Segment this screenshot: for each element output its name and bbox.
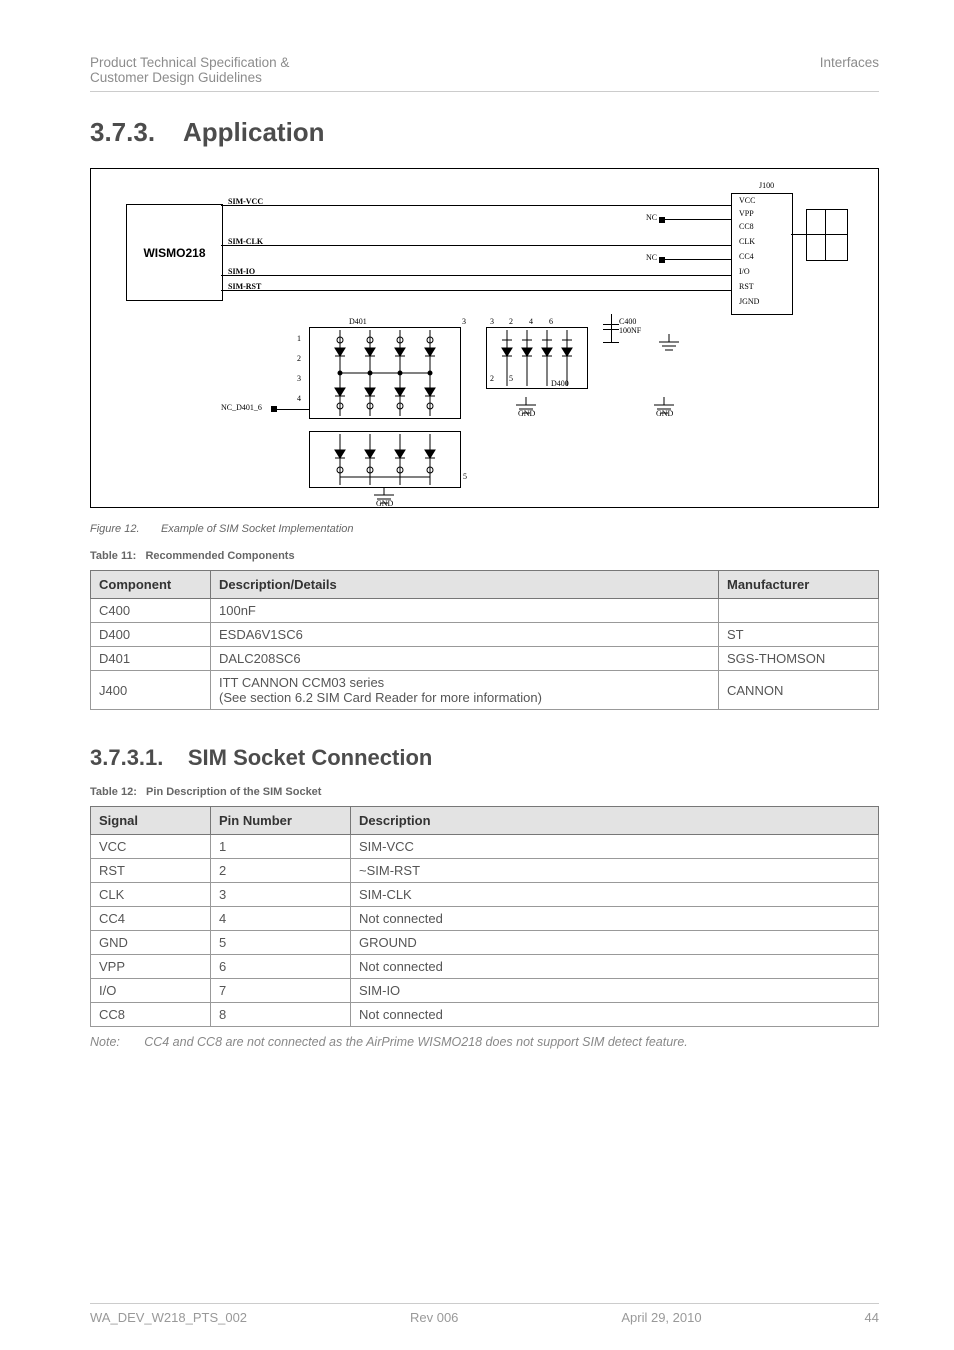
table-row: CC88Not connected bbox=[91, 1003, 879, 1027]
pin-vpp: VPP bbox=[739, 209, 754, 218]
note-label: Note: bbox=[90, 1035, 120, 1049]
table-row: C400 100nF bbox=[91, 599, 879, 623]
label-j100: J100 bbox=[759, 181, 774, 190]
h2-title: Application bbox=[183, 117, 325, 147]
gnd-icon-1 bbox=[654, 334, 684, 352]
figure-caption-num: Figure 12. bbox=[90, 523, 140, 535]
label-c400: C400 100NF bbox=[619, 317, 641, 335]
block-lower-diodes bbox=[309, 431, 461, 488]
label-gnd-3: GND bbox=[518, 409, 535, 418]
table12-caption: Table 12: Pin Description of the SIM Soc… bbox=[90, 786, 879, 798]
page-footer: WA_DEV_W218_PTS_002 Rev 006 April 29, 20… bbox=[90, 1303, 879, 1325]
header-right: Interfaces bbox=[820, 55, 879, 85]
h3-number: 3.7.3.1. bbox=[90, 745, 163, 770]
label-d400: D400 bbox=[551, 379, 569, 388]
table-row: D401 DALC208SC6 SGS-THOMSON bbox=[91, 647, 879, 671]
table-pin-description: Signal Pin Number Description VCC1SIM-VC… bbox=[90, 806, 879, 1027]
header-left-2: Customer Design Guidelines bbox=[90, 70, 289, 85]
page-header: Product Technical Specification & Custom… bbox=[90, 55, 879, 85]
block-d400 bbox=[486, 327, 588, 389]
note-block: Note: CC4 and CC8 are not connected as t… bbox=[90, 1035, 879, 1049]
label-nc-d401: NC_D401_6 bbox=[221, 403, 262, 412]
table-row: I/O7SIM-IO bbox=[91, 979, 879, 1003]
header-left-1: Product Technical Specification & bbox=[90, 55, 289, 70]
h2-number: 3.7.3. bbox=[90, 117, 155, 147]
figure-caption-text: Example of SIM Socket Implementation bbox=[161, 523, 354, 535]
d400-diodes-icon bbox=[487, 328, 587, 388]
label-nc-2: NC bbox=[646, 253, 657, 262]
t11-h1: Description/Details bbox=[211, 571, 719, 599]
footer-left: WA_DEV_W218_PTS_002 bbox=[90, 1310, 247, 1325]
table12-caption-text: Pin Description of the SIM Socket bbox=[146, 786, 321, 798]
section-heading-3-7-3-1: 3.7.3.1. SIM Socket Connection bbox=[90, 745, 879, 771]
table-row: RST2~SIM-RST bbox=[91, 859, 879, 883]
footer-mid: Rev 006 bbox=[410, 1310, 458, 1325]
table-row: J400 ITT CANNON CCM03 series (See sectio… bbox=[91, 671, 879, 710]
chip-label: WISMO218 bbox=[143, 246, 205, 260]
chip-wismo218: WISMO218 bbox=[126, 204, 223, 301]
table-row: VCC1SIM-VCC bbox=[91, 835, 879, 859]
figure-caption: Figure 12. Example of SIM Socket Impleme… bbox=[90, 523, 879, 535]
footer-page: 44 bbox=[865, 1310, 879, 1325]
label-d401: D401 bbox=[349, 317, 367, 326]
schematic-figure: WISMO218 SIM-VCC SIM-CLK SIM-IO SIM-RST … bbox=[90, 168, 879, 508]
table-row: D400 ESDA6V1SC6 ST bbox=[91, 623, 879, 647]
pin-clk: CLK bbox=[739, 237, 755, 246]
t12-h2: Description bbox=[351, 807, 879, 835]
pin-vcc: VCC bbox=[739, 196, 755, 205]
label-gnd-4: GND bbox=[656, 409, 673, 418]
table-row: VPP6Not connected bbox=[91, 955, 879, 979]
table11-caption-text: Recommended Components bbox=[145, 550, 294, 562]
footer-right: April 29, 2010 bbox=[621, 1310, 701, 1325]
label-gnd-2: GND bbox=[376, 499, 393, 508]
pin-cc4: CC4 bbox=[739, 252, 754, 261]
t12-h1: Pin Number bbox=[211, 807, 351, 835]
header-rule bbox=[90, 91, 879, 92]
t11-h0: Component bbox=[91, 571, 211, 599]
t11-h2: Manufacturer bbox=[719, 571, 879, 599]
label-nc-1: NC bbox=[646, 213, 657, 222]
pin-jgnd: JGND bbox=[739, 297, 759, 306]
table-row: CC44Not connected bbox=[91, 907, 879, 931]
table11-caption-num: Table 11: bbox=[90, 550, 136, 562]
pin-rst: RST bbox=[739, 282, 754, 291]
table12-caption-num: Table 12: bbox=[90, 786, 137, 798]
note-text: CC4 and CC8 are not connected as the Air… bbox=[144, 1035, 688, 1049]
table11-caption: Table 11: Recommended Components bbox=[90, 550, 879, 562]
table-recommended-components: Component Description/Details Manufactur… bbox=[90, 570, 879, 710]
pin-cc8: CC8 bbox=[739, 222, 754, 231]
section-heading-3-7-3: 3.7.3. Application bbox=[90, 117, 879, 148]
d401-diodes-icon bbox=[310, 328, 460, 418]
pin-io: I/O bbox=[739, 267, 750, 276]
t12-h0: Signal bbox=[91, 807, 211, 835]
table-row: GND5GROUND bbox=[91, 931, 879, 955]
table-row: CLK3SIM-CLK bbox=[91, 883, 879, 907]
sim-card-icon bbox=[806, 209, 848, 261]
h3-title: SIM Socket Connection bbox=[188, 745, 432, 770]
block-d401 bbox=[309, 327, 461, 419]
